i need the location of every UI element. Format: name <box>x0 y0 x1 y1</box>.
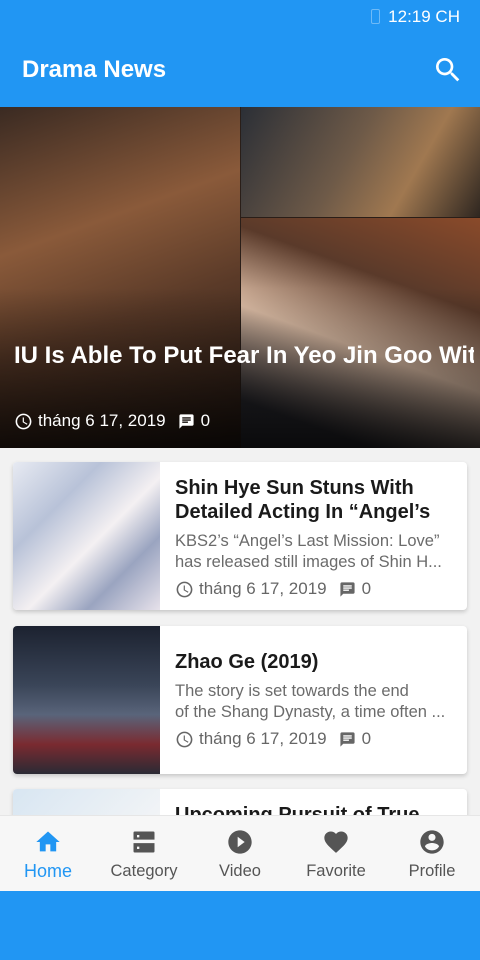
search-icon[interactable] <box>432 54 464 86</box>
system-navigation-bar <box>0 891 480 960</box>
featured-date: tháng 6 17, 2019 <box>38 411 166 430</box>
featured-image-top-right <box>241 107 480 217</box>
article-title[interactable]: Shin Hye Sun Stuns With Detailed Acting … <box>175 476 457 524</box>
nav-label: Home <box>23 861 72 881</box>
comment-icon <box>179 413 194 429</box>
article-title[interactable]: Zhao Ge (2019) <box>175 650 457 674</box>
article-comment-count: 0 <box>361 579 372 598</box>
heart-icon <box>324 831 348 853</box>
featured-comment-count: 0 <box>200 411 211 430</box>
clock-icon <box>15 413 32 429</box>
nav-label: Video <box>219 862 261 880</box>
featured-article[interactable]: IU Is Able To Put Fear In Yeo Jin Goo Wi… <box>0 107 480 448</box>
article-excerpt-line: KBS2’s “Angel’s Last Mission: Love” <box>175 532 440 550</box>
article-excerpt-line: The story is set towards the end <box>175 682 409 700</box>
article-excerpt-line: of the Shang Dynasty, a time often ... <box>175 703 446 721</box>
clock-icon <box>176 581 193 597</box>
article-thumbnail <box>13 462 160 610</box>
bottom-navigation: Home Category Video Favorite Profile <box>0 815 480 891</box>
article-date: tháng 6 17, 2019 <box>199 729 327 748</box>
article-excerpt: KBS2’s “Angel’s Last Mission: Love” has … <box>175 531 457 573</box>
article-excerpt: The story is set towards the end of the … <box>175 681 457 723</box>
featured-meta: tháng 6 17, 2019 0 <box>14 411 210 431</box>
status-bar: 12:19 CH <box>0 0 480 32</box>
nav-label: Category <box>110 862 178 880</box>
article-date: tháng 6 17, 2019 <box>199 579 327 598</box>
article-meta: tháng 6 17, 2019 0 <box>175 729 457 749</box>
app-bar: Drama News <box>0 32 480 107</box>
article-meta: tháng 6 17, 2019 0 <box>175 579 457 599</box>
category-icon <box>133 831 155 853</box>
article-comment-count: 0 <box>361 729 372 748</box>
article-excerpt-line: has released still images of Shin H... <box>175 553 442 571</box>
comment-icon <box>340 731 355 747</box>
nav-label: Favorite <box>306 862 366 880</box>
status-time: 12:19 CH <box>388 7 460 26</box>
nav-video[interactable]: Video <box>192 816 288 891</box>
app-title: Drama News <box>22 56 167 83</box>
clock-icon <box>176 731 193 747</box>
nav-profile[interactable]: Profile <box>384 816 480 891</box>
nav-category[interactable]: Category <box>96 816 192 891</box>
nav-home[interactable]: Home <box>0 816 96 891</box>
profile-icon <box>420 830 444 854</box>
home-icon <box>36 831 60 852</box>
featured-title[interactable]: IU Is Able To Put Fear In Yeo Jin Goo Wi… <box>14 340 474 371</box>
article-card[interactable]: Zhao Ge (2019) The story is set towards … <box>13 626 467 774</box>
nav-favorite[interactable]: Favorite <box>288 816 384 891</box>
battery-icon <box>371 9 380 24</box>
article-card[interactable]: Shin Hye Sun Stuns With Detailed Acting … <box>13 462 467 610</box>
nav-label: Profile <box>408 862 456 880</box>
comment-icon <box>340 581 355 597</box>
play-circle-icon <box>228 830 252 854</box>
article-thumbnail <box>13 626 160 774</box>
